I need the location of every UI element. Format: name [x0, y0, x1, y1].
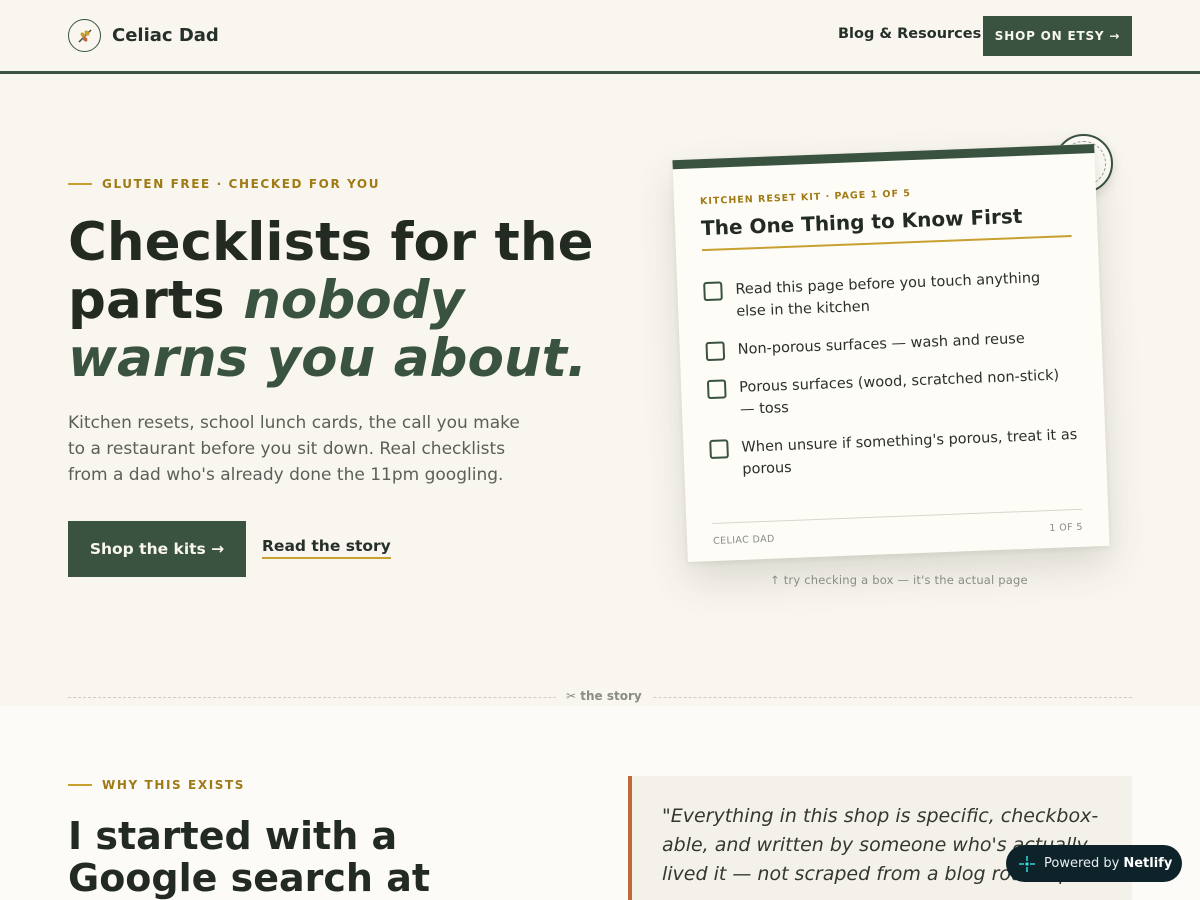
checkbox[interactable] [709, 439, 729, 460]
checkbox[interactable] [703, 281, 723, 302]
hero-title: Checklists for the parts nobody warns yo… [68, 214, 628, 388]
checklist-item-text: Porous surfaces (wood, scratched non-sti… [738, 367, 1060, 418]
card-hint: ↑ try checking a box — it's the actual p… [770, 573, 1028, 587]
brand[interactable]: Celiac Dad [68, 19, 219, 52]
netlify-icon [1018, 855, 1036, 873]
checklist-item[interactable]: Read this page before you touch anything… [703, 266, 1074, 324]
checklist-item-text: Non-porous surfaces — wash and reuse [737, 330, 1026, 358]
nav-blog-link[interactable]: Blog & Resources [838, 26, 981, 42]
checklist-item-text: When unsure if something's porous, treat… [741, 426, 1078, 478]
logo-icon [68, 19, 101, 52]
eyebrow-rule [68, 784, 92, 786]
netlify-badge[interactable]: Powered by Netlify [1006, 845, 1182, 882]
story-eyebrow: WHY THIS EXISTS [68, 778, 245, 792]
card-page-number: 1 OF 5 [1049, 521, 1084, 535]
checklist: Read this page before you touch anything… [703, 266, 1081, 498]
card-eyebrow: KITCHEN RESET KIT · PAGE 1 OF 5 [699, 188, 912, 208]
story-eyebrow-text: WHY THIS EXISTS [102, 778, 246, 792]
shop-etsy-button[interactable]: SHOP ON ETSY → [983, 16, 1132, 56]
checklist-item-text: Read this page before you touch anything… [735, 270, 1041, 320]
card-footer: CELIAC DAD 1 OF 5 [712, 508, 1084, 547]
eyebrow-rule [68, 183, 92, 185]
card-footer-brand: CELIAC DAD [712, 533, 775, 547]
story-title: I started with a Google search at 11pm. [68, 814, 431, 900]
hero-eyebrow: GLUTEN FREE · CHECKED FOR YOU [68, 177, 380, 191]
brand-name: Celiac Dad [112, 25, 219, 46]
site-header: Celiac Dad Blog & Resources SHOP ON ETSY… [0, 0, 1200, 74]
read-story-link[interactable]: Read the story [262, 537, 391, 559]
netlify-brand: Netlify [1123, 856, 1173, 871]
hero-eyebrow-text: GLUTEN FREE · CHECKED FOR YOU [102, 177, 381, 191]
netlify-prefix: Powered by [1044, 856, 1120, 871]
checklist-item[interactable]: Non-porous surfaces — wash and reuse [705, 326, 1076, 362]
checkbox[interactable] [706, 379, 727, 400]
checkbox[interactable] [705, 341, 726, 362]
divider-label: ✂ the story [556, 689, 652, 703]
checklist-card: KITCHEN RESET KIT · PAGE 1 OF 5 The One … [672, 144, 1110, 562]
card-title: The One Thing to Know First [700, 202, 1072, 252]
checklist-item[interactable]: Porous surfaces (wood, scratched non-sti… [706, 364, 1078, 422]
hero-description: Kitchen resets, school lunch cards, the … [68, 413, 520, 485]
checklist-item[interactable]: When unsure if something's porous, treat… [709, 424, 1080, 482]
shop-kits-button[interactable]: Shop the kits → [68, 521, 246, 577]
